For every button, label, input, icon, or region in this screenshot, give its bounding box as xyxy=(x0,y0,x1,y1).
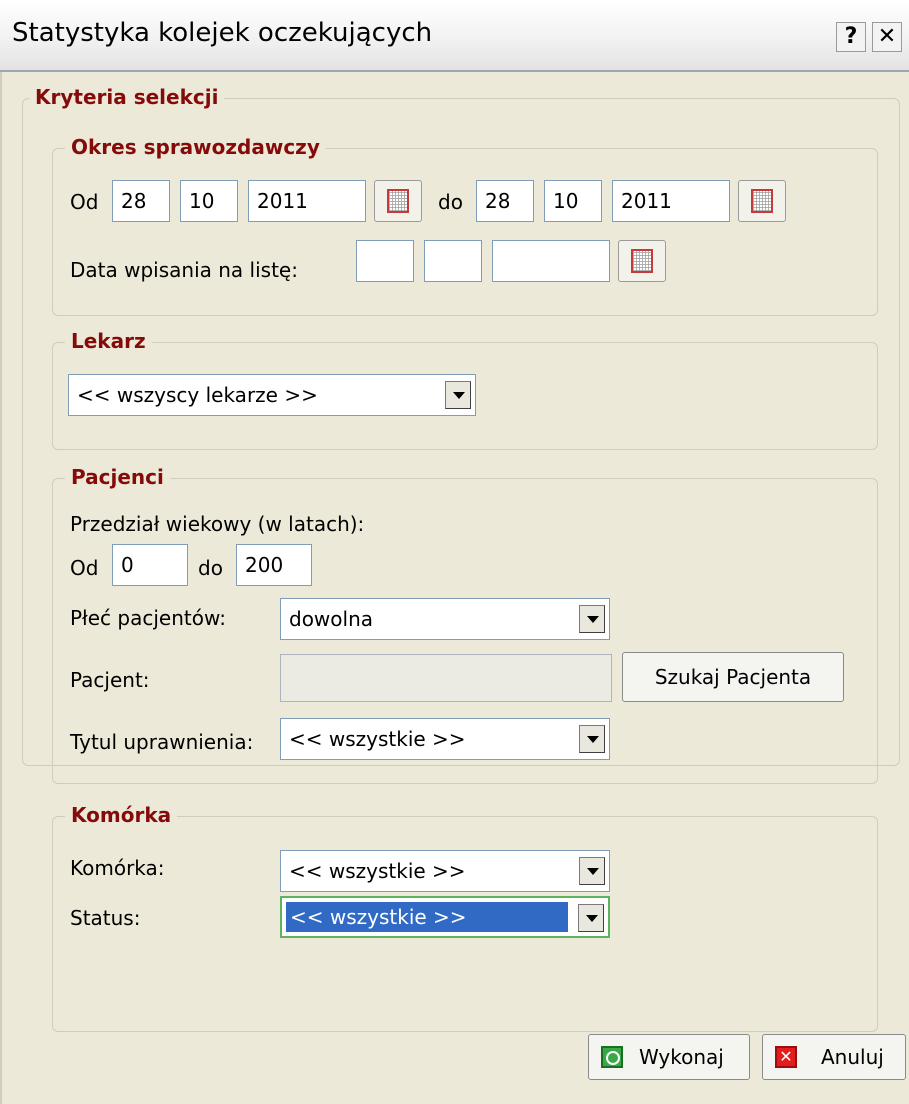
reporting-period-legend: Okres sprawozdawczy xyxy=(65,135,326,159)
to-date-calendar-button[interactable] xyxy=(738,180,786,222)
period-from-label: Od xyxy=(70,190,99,214)
chevron-down-icon[interactable] xyxy=(578,904,604,932)
close-button[interactable]: ✕ xyxy=(872,22,902,52)
age-to-label: do xyxy=(198,556,223,580)
selection-criteria-legend: Kryteria selekcji xyxy=(29,85,225,109)
doctor-legend: Lekarz xyxy=(65,329,152,353)
window-edge xyxy=(0,72,2,1104)
to-day-field[interactable]: 28 xyxy=(476,180,534,222)
unit-legend: Komórka xyxy=(65,803,178,827)
patient-label: Pacjent: xyxy=(70,668,150,692)
patient-sex-label: Płeć pacjentów: xyxy=(70,606,226,630)
status-value: << wszystkie >> xyxy=(290,905,467,929)
reporting-period-group: Okres sprawozdawczy xyxy=(52,135,878,316)
age-range-label: Przedział wiekowy (w latach): xyxy=(70,512,365,536)
chevron-down-icon[interactable] xyxy=(579,725,605,753)
entry-date-calendar-button[interactable] xyxy=(618,240,666,282)
status-label: Status: xyxy=(70,906,141,930)
patient-sex-select[interactable]: dowolna xyxy=(280,598,610,640)
from-month-field[interactable]: 10 xyxy=(180,180,238,222)
calendar-icon xyxy=(387,189,409,213)
search-patient-button[interactable]: Szukaj Pacjenta xyxy=(622,652,844,702)
status-select[interactable]: << wszystkie >> xyxy=(280,896,610,938)
title-bar: Statystyka kolejek oczekujących ? ✕ xyxy=(0,0,909,72)
execute-button[interactable]: Wykonaj xyxy=(588,1034,750,1080)
entitlement-value: << wszystkie >> xyxy=(289,727,466,751)
calendar-icon xyxy=(751,189,773,213)
doctor-select-value: << wszyscy lekarze >> xyxy=(77,383,318,407)
execute-label: Wykonaj xyxy=(639,1045,724,1069)
to-month-field[interactable]: 10 xyxy=(544,180,602,222)
from-day-field[interactable]: 28 xyxy=(112,180,170,222)
unit-label: Komórka: xyxy=(70,856,165,880)
entry-year-field[interactable] xyxy=(492,240,610,282)
chevron-down-icon[interactable] xyxy=(579,605,605,633)
unit-select[interactable]: << wszystkie >> xyxy=(280,850,610,892)
cancel-label: Anuluj xyxy=(821,1045,884,1069)
period-to-label: do xyxy=(438,190,463,214)
entry-day-field[interactable] xyxy=(356,240,414,282)
unit-value: << wszystkie >> xyxy=(289,859,466,883)
entry-date-label: Data wpisania na listę: xyxy=(70,258,298,282)
calendar-icon xyxy=(631,249,653,273)
patient-field[interactable] xyxy=(280,654,612,702)
to-year-field[interactable]: 2011 xyxy=(612,180,730,222)
window-title: Statystyka kolejek oczekujących xyxy=(12,18,433,48)
age-from-label: Od xyxy=(70,556,99,580)
age-from-field[interactable]: 0 xyxy=(112,544,188,586)
doctor-select[interactable]: << wszyscy lekarze >> xyxy=(68,374,476,416)
entitlement-label: Tytul uprawnienia: xyxy=(70,730,254,754)
cancel-button[interactable]: ✕ Anuluj xyxy=(762,1034,906,1080)
execute-icon xyxy=(601,1046,623,1068)
age-to-field[interactable]: 200 xyxy=(236,544,312,586)
from-year-field[interactable]: 2011 xyxy=(248,180,366,222)
search-patient-label: Szukaj Pacjenta xyxy=(654,665,812,689)
patients-legend: Pacjenci xyxy=(65,465,170,489)
close-icon: ✕ xyxy=(775,1046,797,1068)
chevron-down-icon[interactable] xyxy=(445,381,471,409)
entry-month-field[interactable] xyxy=(424,240,482,282)
patient-sex-value: dowolna xyxy=(289,607,374,631)
help-button[interactable]: ? xyxy=(836,22,866,52)
chevron-down-icon[interactable] xyxy=(579,857,605,885)
from-date-calendar-button[interactable] xyxy=(374,180,422,222)
entitlement-select[interactable]: << wszystkie >> xyxy=(280,718,610,760)
